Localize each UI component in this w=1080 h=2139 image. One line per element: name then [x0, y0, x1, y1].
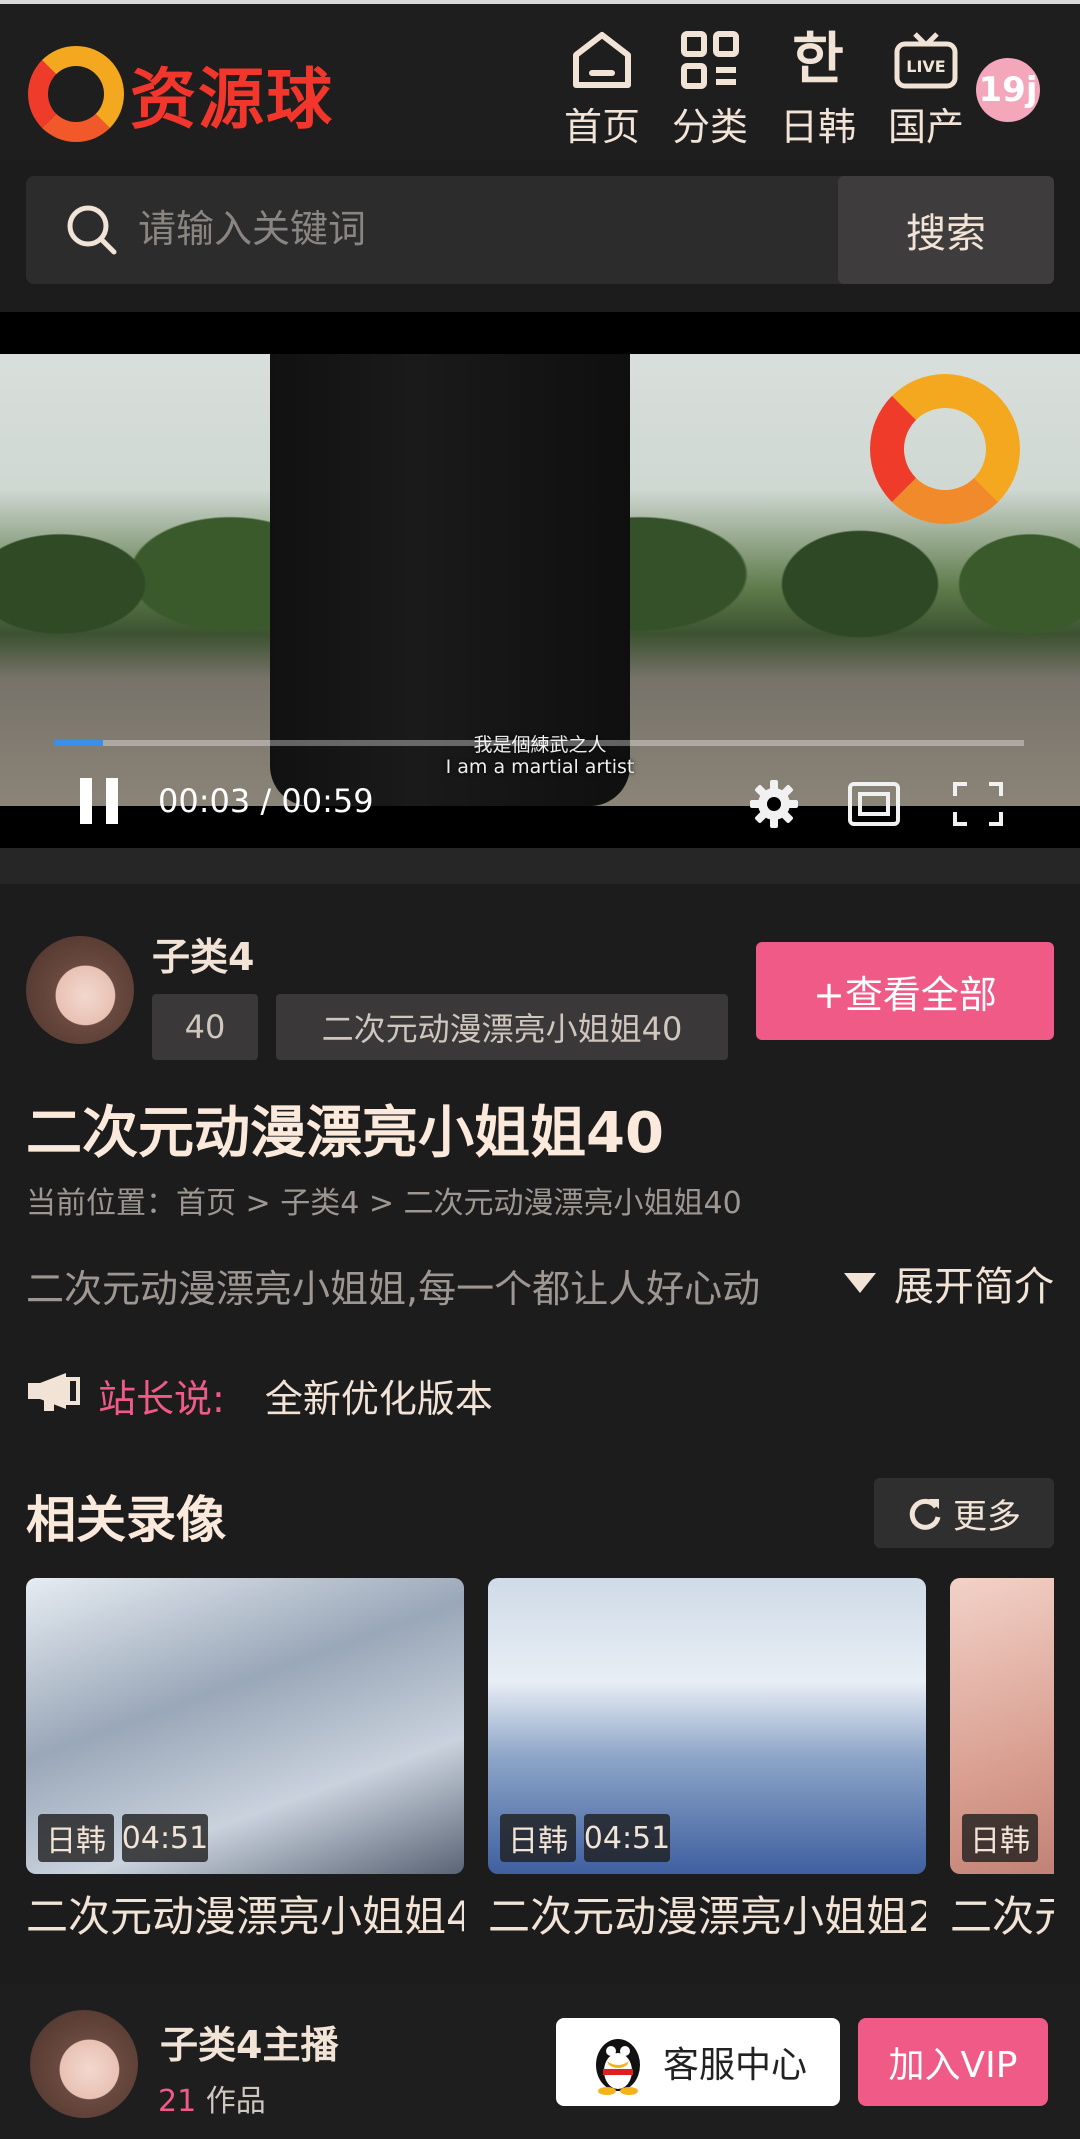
grid-icon	[680, 26, 740, 94]
video-player[interactable]: 我是個練武之人 I am a martial artist 00:03 / 00…	[0, 312, 1080, 848]
card-title[interactable]: 二次元动漫漂亮小姐姐2	[488, 1886, 926, 1986]
progress-bar[interactable]	[54, 740, 1024, 746]
search-button[interactable]: 搜索	[838, 176, 1054, 284]
card-title[interactable]: 二次元动漫漂亮小姐姐40	[26, 1886, 464, 1986]
video-thumbnail[interactable]: 日韩 04:51	[488, 1578, 926, 1874]
notice-label: 站长说:	[98, 1377, 225, 1421]
related-card[interactable]: 日韩 04:51 二次元动漫漂亮小姐姐2	[488, 1578, 926, 1986]
tag-title[interactable]: 二次元动漫漂亮小姐姐40	[276, 994, 728, 1060]
top-nav: 首页 分类 한 日韩 LIVE 国产	[548, 26, 980, 151]
customer-service-button[interactable]: 客服中心	[556, 2018, 840, 2106]
search-bar: 搜索	[26, 176, 1054, 284]
expand-label: 展开简介	[894, 1264, 1054, 1310]
more-button[interactable]: 更多	[874, 1478, 1054, 1548]
progress-fill	[54, 740, 103, 746]
duration-badge: 04:51	[584, 1814, 670, 1862]
search-icon	[64, 202, 120, 262]
video-thumbnail[interactable]: 日韩 04:51	[26, 1578, 464, 1874]
region-badge: 日韩	[500, 1814, 576, 1862]
works-label: 作品	[205, 2084, 266, 2119]
service-label: 客服中心	[662, 2045, 807, 2086]
author-avatar[interactable]	[30, 2010, 138, 2118]
join-vip-button[interactable]: 加入VIP	[858, 2018, 1048, 2106]
megaphone-icon	[26, 1371, 84, 1420]
nav-item-category[interactable]: 分类	[656, 26, 764, 151]
works-count: 21 作品	[158, 2076, 266, 2120]
bottom-bar: 子类4主播 21 作品 客服中心 加入VIP	[0, 1984, 1080, 2139]
category-avatar[interactable]	[26, 936, 134, 1044]
live-tv-icon: LIVE	[893, 26, 959, 94]
nav-item-jpkr[interactable]: 한 日韩	[764, 26, 872, 151]
app-header: 资源球 首页 分类 한 日韩 LIVE 国产 19j	[0, 0, 1080, 160]
watermark-logo-icon	[870, 374, 1020, 524]
logo-text: 资源球	[130, 61, 334, 138]
time-display: 00:03 / 00:59	[158, 782, 374, 820]
region-badge: 日韩	[962, 1814, 1038, 1862]
breadcrumb: 当前位置：首页 > 子类4 > 二次元动漫漂亮小姐姐40	[26, 1186, 742, 1221]
web-fullscreen-icon[interactable]	[846, 776, 902, 832]
tag-number[interactable]: 40	[152, 994, 258, 1060]
more-label: 更多	[953, 1496, 1021, 1537]
intro-text: 二次元动漫漂亮小姐姐,每一个都让人好心动	[26, 1267, 761, 1311]
settings-gear-icon[interactable]	[746, 776, 802, 832]
nav-item-domestic[interactable]: LIVE 国产	[872, 26, 980, 151]
home-icon	[570, 26, 634, 94]
notice-row: 站长说: 全新优化版本	[26, 1368, 493, 1423]
search-input[interactable]	[138, 196, 838, 262]
refresh-icon	[909, 1498, 941, 1530]
section-divider	[0, 848, 1080, 884]
fullscreen-icon[interactable]	[950, 776, 1006, 832]
card-title[interactable]: 二次元动漫漂亮小姐姐1	[950, 1886, 1054, 1986]
pause-icon[interactable]	[80, 778, 120, 824]
related-card-clip: 日韩 二次元动漫漂亮小姐姐1	[950, 1578, 1054, 1998]
logo-ring-icon	[28, 46, 124, 142]
video-thumbnail[interactable]: 日韩	[950, 1578, 1054, 1874]
player-controls: 00:03 / 00:59	[0, 764, 1080, 848]
nav-label: 国产	[887, 105, 964, 149]
category-name[interactable]: 子类4	[152, 926, 254, 981]
page-title: 二次元动漫漂亮小姐姐40	[26, 1101, 664, 1166]
user-avatar[interactable]: 19j	[976, 58, 1040, 122]
qq-penguin-icon	[595, 2039, 640, 2095]
svg-text:LIVE: LIVE	[906, 57, 945, 76]
hangul-icon: 한	[792, 27, 844, 92]
site-logo[interactable]: 资源球	[28, 46, 334, 142]
notice-text: 全新优化版本	[264, 1377, 493, 1421]
related-title: 相关录像	[26, 1491, 226, 1549]
author-name[interactable]: 子类4主播	[160, 2014, 338, 2069]
triangle-down-icon	[844, 1273, 876, 1293]
nav-label: 首页	[563, 105, 640, 149]
view-all-button[interactable]: +查看全部	[756, 942, 1054, 1040]
works-number: 21	[158, 2084, 197, 2119]
expand-intro-button[interactable]: 展开简介	[844, 1254, 1054, 1312]
nav-label: 日韩	[779, 105, 856, 149]
region-badge: 日韩	[38, 1814, 114, 1862]
duration-badge: 04:51	[122, 1814, 208, 1862]
nav-item-home[interactable]: 首页	[548, 26, 656, 151]
related-card[interactable]: 日韩 04:51 二次元动漫漂亮小姐姐40	[26, 1578, 464, 1986]
related-card[interactable]: 日韩 二次元动漫漂亮小姐姐1	[950, 1578, 1054, 1986]
nav-label: 分类	[671, 105, 748, 149]
